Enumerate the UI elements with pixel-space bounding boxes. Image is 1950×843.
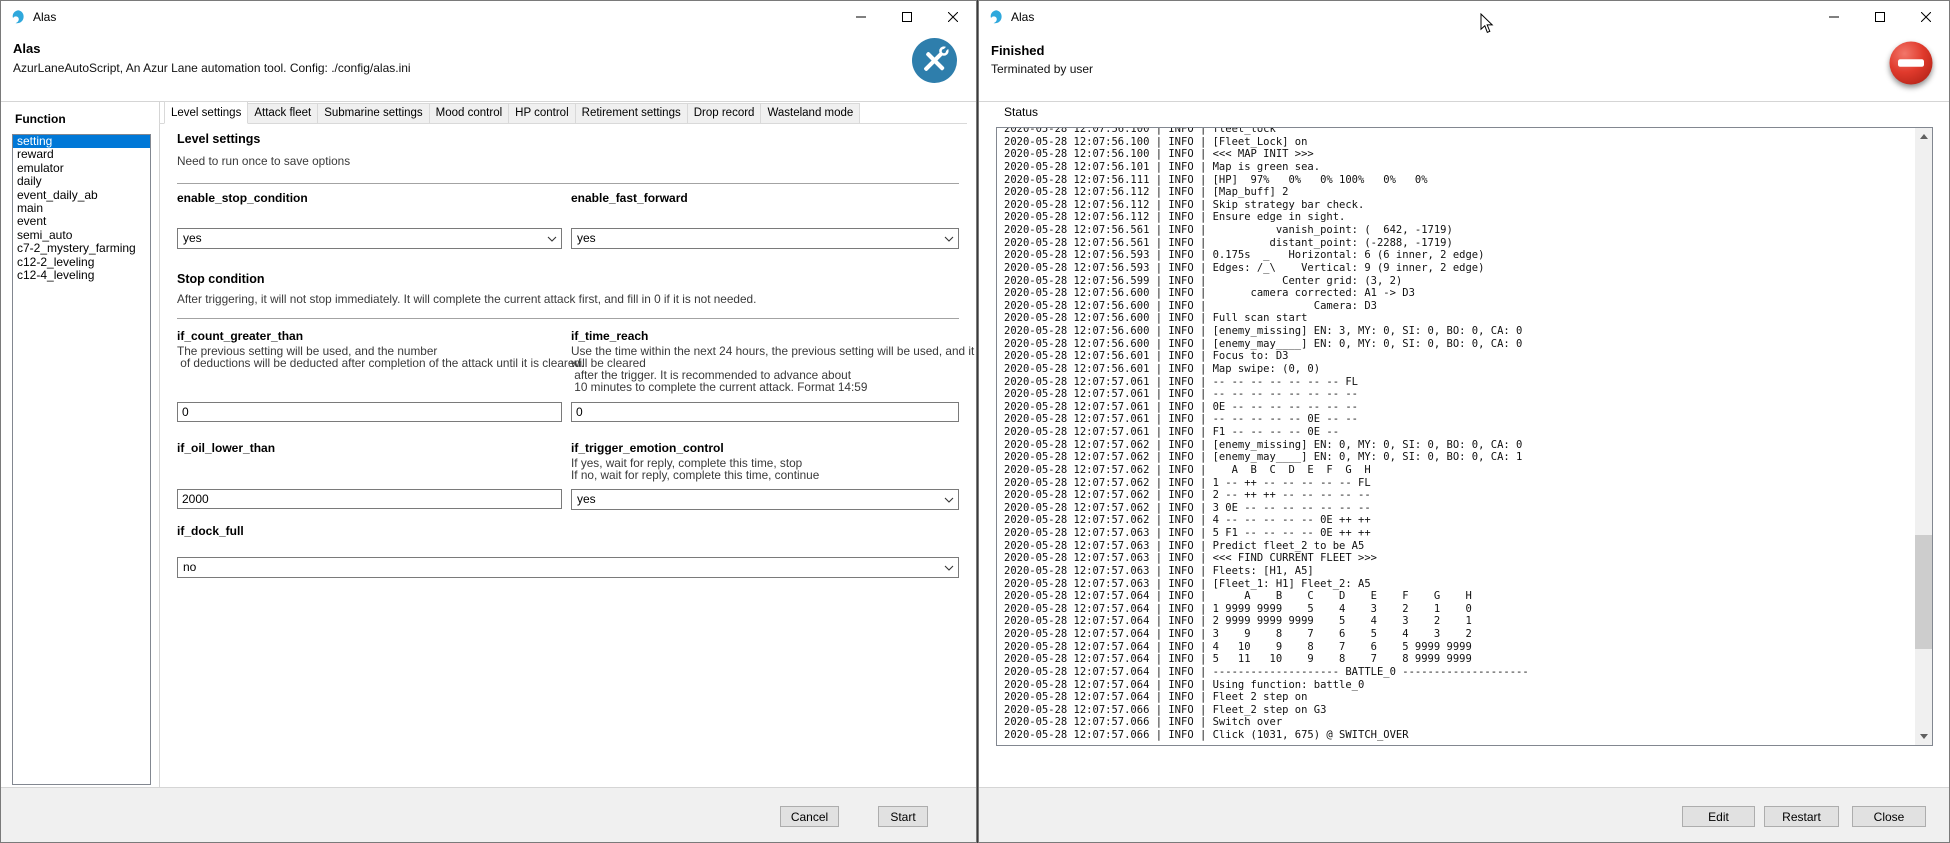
section-heading-level-settings: Level settings [177,132,260,146]
function-listbox[interactable]: setting reward emulator daily event_dail… [12,134,151,785]
close-button[interactable] [1903,1,1949,33]
close-button[interactable] [930,1,976,33]
function-list-item[interactable]: event_daily_ab [13,189,150,202]
alas-config-window: Alas Alas AzurLaneAutoScript, An Azur La… [0,0,977,843]
log-text: 2020-05-28 12:07:56.100 | INFO | fleet_l… [1004,127,1529,742]
settings-tab[interactable]: Submarine settings [317,103,429,124]
settings-tabbar: Level settings Attack fleet Submarine se… [165,102,860,124]
restart-button[interactable]: Restart [1764,806,1839,827]
enable-fast-forward-select[interactable]: yes [571,228,959,249]
window-controls [838,1,976,33]
scrollbar-thumb[interactable] [1915,535,1932,649]
window-title: Alas [33,10,56,24]
minimize-button[interactable] [838,1,884,33]
settings-tab[interactable]: Wasteland mode [760,103,860,124]
log-output-box[interactable]: 2020-05-28 12:07:56.100 | INFO | fleet_l… [996,127,1933,746]
function-list-item[interactable]: setting [13,135,150,148]
panel-splitter [159,101,160,787]
label-if-time-reach: if_time_reach [571,329,648,343]
label-if-oil-lower-than: if_oil_lower_than [177,441,275,455]
divider [177,318,959,319]
settings-tab[interactable]: Drop record [687,103,762,124]
label-if-count-greater-than: if_count_greater_than [177,329,303,343]
close-window-button[interactable]: Close [1852,806,1926,827]
settings-tab[interactable]: Retirement settings [575,103,688,124]
if-oil-lower-than-input[interactable] [177,489,562,509]
select-value: yes [577,231,596,245]
minimize-button[interactable] [1811,1,1857,33]
maximize-button[interactable] [1857,1,1903,33]
function-list-item[interactable]: event [13,215,150,228]
alas-app-icon [988,9,1004,25]
titlebar[interactable]: Alas [1,1,976,33]
chevron-down-icon [547,229,557,248]
function-list-item[interactable]: daily [13,175,150,188]
label-if-trigger-emotion-control: if_trigger_emotion_control [571,441,724,455]
enable-stop-condition-select[interactable]: yes [177,228,562,249]
function-list-item[interactable]: semi_auto [13,229,150,242]
header-separator [979,101,1949,102]
label-if-dock-full: if_dock_full [177,524,244,538]
function-list-item[interactable]: c7-2_mystery_farming [13,242,150,255]
chevron-down-icon [944,490,954,509]
section-note-level-settings: Need to run once to save options [177,155,350,167]
function-list-item[interactable]: reward [13,148,150,161]
stop-sign-icon [1889,41,1933,85]
select-value: no [183,560,196,574]
settings-tab[interactable]: Attack fleet [247,103,318,124]
app-title: Alas [13,41,40,56]
section-note-stop-condition: After triggering, it will not stop immed… [177,293,756,305]
if-time-reach-input[interactable] [571,402,959,422]
settings-tab[interactable]: HP control [508,103,575,124]
select-value: yes [183,231,202,245]
chevron-down-icon [944,558,954,577]
settings-tab[interactable]: Level settings [164,101,248,124]
label-enable-stop-condition: enable_stop_condition [177,191,308,205]
log-scrollbar[interactable] [1915,128,1932,745]
if-count-greater-than-input[interactable] [177,402,562,422]
function-panel-title: Function [15,112,66,126]
cancel-button[interactable]: Cancel [780,806,839,827]
desc-if-count-greater-than: The previous setting will be used, and t… [177,345,584,369]
function-list-item[interactable]: emulator [13,162,150,175]
app-subtitle: AzurLaneAutoScript, An Azur Lane automat… [13,61,411,75]
divider [177,183,959,184]
alas-log-window: Alas Finished Terminated by user [978,0,1950,843]
select-value: yes [577,492,596,506]
status-label: Status [1004,105,1038,119]
titlebar[interactable]: Alas [979,1,1949,33]
function-list-item[interactable]: c12-2_leveling [13,256,150,269]
section-heading-stop-condition: Stop condition [177,272,264,286]
desc-if-time-reach: Use the time within the next 24 hours, t… [571,345,974,393]
label-enable-fast-forward: enable_fast_forward [571,191,688,205]
scroll-up-icon[interactable] [1915,128,1932,145]
status-title: Finished [991,43,1044,58]
window-controls [1811,1,1949,33]
if-dock-full-select[interactable]: no [177,557,959,578]
start-button[interactable]: Start [878,806,928,827]
window-title: Alas [1011,10,1034,24]
chevron-down-icon [944,229,954,248]
function-list-item[interactable]: main [13,202,150,215]
screen: Alas Alas AzurLaneAutoScript, An Azur La… [0,0,1950,843]
edit-button[interactable]: Edit [1682,806,1755,827]
function-list-item[interactable]: c12-4_leveling [13,269,150,282]
alas-app-icon [10,9,26,25]
tools-icon [912,38,957,83]
maximize-button[interactable] [884,1,930,33]
settings-tab[interactable]: Mood control [429,103,509,124]
status-subtitle: Terminated by user [991,62,1093,76]
desc-if-trigger-emotion-control: If yes, wait for reply, complete this ti… [571,457,819,481]
scroll-down-icon[interactable] [1915,728,1932,745]
if-trigger-emotion-control-select[interactable]: yes [571,489,959,510]
